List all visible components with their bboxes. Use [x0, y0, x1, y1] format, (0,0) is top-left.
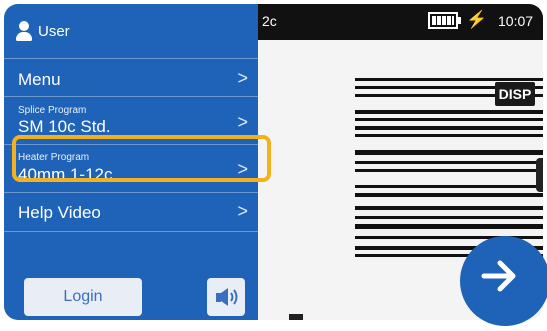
login-button[interactable]: Login	[24, 278, 142, 316]
battery-full-icon	[428, 12, 458, 29]
menu-item-menu[interactable]: Menu >	[4, 58, 258, 97]
bottom-handle[interactable]	[289, 314, 303, 320]
status-bar: 2c ⚡ 10:07	[258, 4, 543, 40]
menu-item-value: SM 10c Std.	[18, 117, 111, 136]
arrow-right-icon	[481, 260, 516, 292]
disp-button[interactable]: DISP	[495, 82, 535, 106]
chevron-right-icon: >	[237, 112, 248, 132]
next-button[interactable]	[460, 236, 547, 326]
menu-item-sublabel: Heater Program	[18, 152, 90, 163]
sound-button[interactable]	[207, 278, 245, 316]
menu-item-label: Help Video	[18, 203, 101, 222]
menu-item-heater-program[interactable]: Heater Program 40mm 1-12c >	[4, 144, 258, 193]
menu-item-help-video[interactable]: Help Video >	[4, 192, 258, 232]
side-handle[interactable]	[536, 158, 543, 192]
user-label: User	[38, 22, 70, 40]
menu-item-sublabel: Splice Program	[18, 105, 87, 116]
menu-item-value: 40mm 1-12c	[18, 165, 113, 184]
program-tag: 2c	[262, 13, 277, 29]
user-button[interactable]: User	[4, 4, 258, 58]
menu-item-label: Menu	[18, 70, 61, 89]
chevron-right-icon: >	[237, 201, 248, 221]
chevron-right-icon: >	[237, 159, 248, 179]
charging-icon: ⚡	[466, 10, 488, 29]
user-icon	[14, 19, 34, 43]
speaker-icon	[216, 288, 238, 306]
left-panel: User Menu > Splice Program SM 10c Std. >…	[4, 4, 258, 320]
clock: 10:07	[498, 13, 534, 29]
menu-item-splice-program[interactable]: Splice Program SM 10c Std. >	[4, 96, 258, 145]
chevron-right-icon: >	[237, 68, 248, 88]
